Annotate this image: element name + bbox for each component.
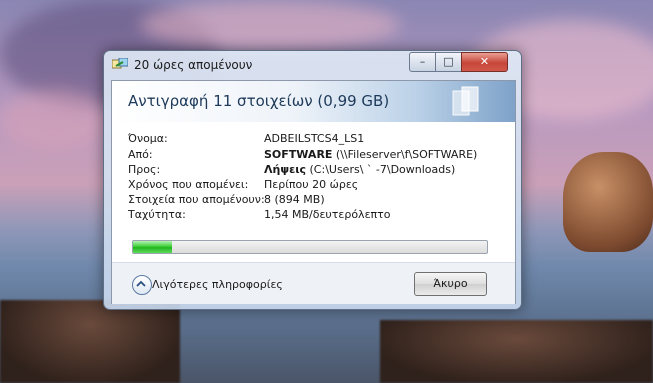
maximize-button[interactable]: □ (435, 52, 462, 72)
from-path: (\\Fileserver\f\SOFTWARE) (332, 148, 478, 161)
to-folder-name: Λήψεις (264, 163, 307, 176)
minimize-button[interactable]: – (409, 52, 436, 72)
name-value: ADBEILSTCS4_LS1 (264, 132, 365, 145)
less-info-link[interactable]: Λιγότερες πληροφορίες (152, 278, 283, 291)
title-bar[interactable]: 20 ώρες απομένουν – □ ✕ (104, 51, 521, 79)
from-value[interactable]: SOFTWARE (\\Fileserver\f\SOFTWARE) (264, 148, 477, 161)
dialog-content: Αντιγραφή 11 στοιχείων (0,99 GB) Όνομα: … (111, 80, 516, 304)
dialog-footer: Λιγότερες πληροφορίες Άκυρο (112, 262, 515, 304)
cancel-button[interactable]: Άκυρο (414, 272, 487, 296)
from-folder-name: SOFTWARE (264, 148, 333, 161)
items-remaining-value: 8 (894 MB) (264, 193, 325, 206)
copy-progress-window: 20 ώρες απομένουν – □ ✕ Αντιγραφή 11 στο… (103, 50, 522, 310)
to-path: (C:\Users\ ` -7\Downloads) (306, 163, 456, 176)
copy-icon (112, 58, 128, 69)
chevron-up-icon (136, 280, 146, 287)
sea-rock (563, 152, 653, 252)
items-remaining-label: Στοιχεία που απομένουν: (128, 193, 265, 206)
time-remaining-value: Περίπου 20 ώρες (264, 178, 359, 191)
copy-progress-bar (132, 240, 488, 254)
copy-documents-icon (452, 86, 479, 116)
collapse-details-button[interactable] (132, 275, 152, 295)
to-value[interactable]: Λήψεις (C:\Users\ ` -7\Downloads) (264, 163, 455, 176)
to-label: Προς: (128, 163, 161, 176)
close-button[interactable]: ✕ (461, 52, 508, 72)
progress-fill (133, 241, 172, 253)
name-label: Όνομα: (128, 132, 168, 145)
shore-rocks (380, 320, 653, 383)
dialog-header: Αντιγραφή 11 στοιχείων (0,99 GB) (112, 81, 515, 122)
shore-rocks (0, 300, 180, 383)
copy-summary-title: Αντιγραφή 11 στοιχείων (0,99 GB) (128, 92, 390, 110)
speed-label: Ταχύτητα: (128, 208, 186, 221)
from-label: Από: (128, 148, 153, 161)
cloud (0, 90, 110, 150)
speed-value: 1,54 MB/δευτερόλεπτο (264, 208, 391, 221)
cloud (140, 0, 400, 50)
time-remaining-label: Χρόνος που απομένει: (128, 178, 249, 191)
window-title: 20 ώρες απομένουν (134, 58, 253, 72)
